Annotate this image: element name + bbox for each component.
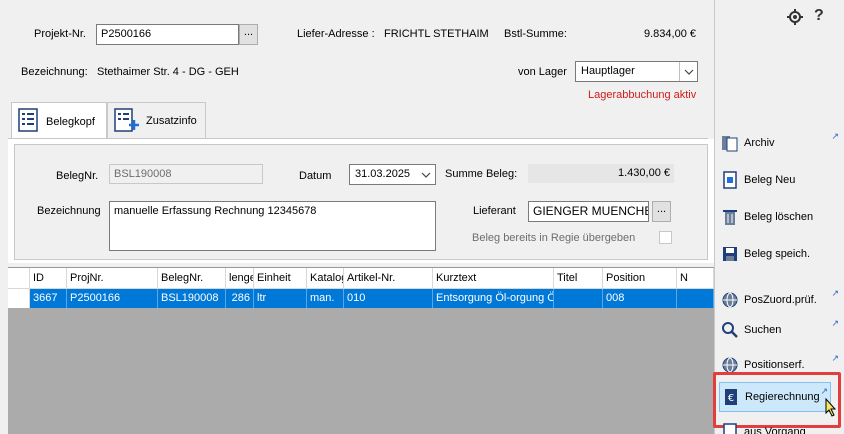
sidebar-item-archiv[interactable]: Archiv ↗ bbox=[721, 128, 839, 158]
summe-label: Summe Beleg: bbox=[445, 168, 518, 180]
bez-textarea[interactable]: manuelle Erfassung Rechnung 12345678 bbox=[109, 201, 436, 251]
tab-zusatzinfo[interactable]: Zusatzinfo bbox=[107, 102, 206, 139]
cell-menge[interactable]: 286 bbox=[226, 289, 254, 308]
bez-label: Bezeichnung bbox=[37, 205, 101, 217]
sidebar-item-beleg-neu-label: Beleg Neu bbox=[744, 174, 796, 186]
projekt-input[interactable]: P2500166 bbox=[96, 24, 239, 45]
belegnr-input[interactable]: BSL190008 bbox=[109, 164, 263, 184]
save-icon bbox=[721, 245, 739, 263]
datum-picker[interactable]: 31.03.2025 bbox=[349, 164, 436, 185]
new-document-icon bbox=[721, 171, 739, 189]
bstl-label: Bstl-Summe: bbox=[504, 28, 567, 40]
chevron-down-icon bbox=[417, 165, 435, 184]
bez-header-label: Bezeichnung: bbox=[21, 66, 88, 78]
column-header-katalog[interactable]: Katalog bbox=[307, 268, 344, 289]
sidebar-item-poszuord-label: PosZuord.prüf. bbox=[744, 294, 817, 306]
tab-zusatzinfo-label: Zusatzinfo bbox=[146, 115, 197, 127]
lieferant-input[interactable]: GIENGER MUENCHEN bbox=[528, 201, 649, 222]
document-list-icon bbox=[18, 108, 38, 135]
column-header-projnr[interactable]: ProjNr. bbox=[67, 268, 158, 289]
sidebar-item-regierechnung[interactable]: € Regierechnung ↗ bbox=[719, 382, 831, 412]
tab-belegkopf-label: Belegkopf bbox=[46, 115, 95, 128]
expand-arrow-icon: ↗ bbox=[831, 131, 839, 141]
cell-projnr[interactable]: P2500166 bbox=[67, 289, 158, 308]
column-header-position[interactable]: Position bbox=[603, 268, 677, 289]
cell-kurztext[interactable]: Entsorgung Öl-orgung Öl bbox=[433, 289, 554, 308]
document-add-icon bbox=[114, 107, 140, 135]
sidebar-item-archiv-label: Archiv bbox=[744, 137, 775, 149]
lieferant-label: Lieferant bbox=[473, 205, 516, 217]
row-header-corner bbox=[8, 268, 30, 289]
sidebar-item-regierechnung-label: Regierechnung bbox=[745, 391, 820, 403]
expand-arrow-icon: ↗ bbox=[831, 288, 839, 298]
cell-einheit[interactable]: ltr bbox=[254, 289, 307, 308]
lager-select[interactable]: Hauptlager bbox=[575, 61, 698, 82]
liefer-value: FRICHTL STETHAIM bbox=[384, 28, 489, 40]
belegnr-label: BelegNr. bbox=[56, 170, 99, 182]
lager-label: von Lager bbox=[518, 66, 567, 78]
bstl-value: 9.834,00 € bbox=[644, 28, 696, 40]
sidebar-item-beleg-neu[interactable]: Beleg Neu bbox=[721, 165, 839, 195]
sidebar-item-beleg-speichern-label: Beleg speich. bbox=[744, 248, 811, 260]
cell-artikelnr[interactable]: 010 bbox=[344, 289, 433, 308]
regie-checkbox-label: Beleg bereits in Regie übergeben bbox=[472, 232, 636, 244]
chevron-down-icon bbox=[679, 62, 697, 81]
sidebar-item-aus-vorgang-label: aus Vorgang bbox=[744, 426, 806, 434]
cell-n[interactable] bbox=[677, 289, 714, 308]
lieferant-lookup-button[interactable]: ... bbox=[652, 201, 671, 222]
grid-empty-area bbox=[8, 308, 714, 434]
lager-select-value: Hauptlager bbox=[581, 65, 635, 77]
globe-icon bbox=[721, 291, 739, 309]
trash-icon bbox=[721, 208, 739, 226]
column-header-n[interactable]: N bbox=[677, 268, 714, 289]
column-header-menge[interactable]: lenge bbox=[226, 268, 254, 289]
sidebar-item-poszuord[interactable]: PosZuord.prüf. ↗ bbox=[721, 285, 839, 315]
document-icon bbox=[721, 423, 739, 434]
expand-arrow-icon: ↗ bbox=[831, 353, 839, 363]
cell-position[interactable]: 008 bbox=[603, 289, 677, 308]
summe-value: 1.430,00 € bbox=[528, 164, 674, 183]
help-icon[interactable]: ? bbox=[814, 7, 824, 25]
svg-text:€: € bbox=[728, 393, 734, 404]
column-header-id[interactable]: ID bbox=[30, 268, 67, 289]
tab-belegkopf[interactable]: Belegkopf bbox=[11, 102, 107, 140]
cell-titel[interactable] bbox=[554, 289, 603, 308]
cell-belegnr[interactable]: BSL190008 bbox=[158, 289, 226, 308]
column-header-belegnr[interactable]: BelegNr. bbox=[158, 268, 226, 289]
column-header-titel[interactable]: Titel bbox=[554, 268, 603, 289]
sidebar-item-suchen-label: Suchen bbox=[744, 324, 782, 336]
sidebar-item-aus-vorgang[interactable]: aus Vorgang bbox=[721, 417, 839, 434]
datum-label: Datum bbox=[299, 170, 332, 182]
belegkopf-form: BelegNr. BSL190008 Datum 31.03.2025 Summ… bbox=[14, 144, 708, 260]
sidebar-item-beleg-loeschen-label: Beleg löschen bbox=[744, 211, 814, 223]
sidebar-item-beleg-speichern[interactable]: Beleg speich. bbox=[721, 239, 839, 269]
regie-checkbox[interactable] bbox=[659, 231, 672, 244]
sidebar-item-positionserf-label: Positionserf. bbox=[744, 359, 805, 371]
positions-grid: ID ProjNr. BelegNr. lenge Einheit Katalo… bbox=[8, 267, 714, 434]
search-icon bbox=[721, 321, 739, 339]
cell-id[interactable]: 3667 bbox=[30, 289, 67, 308]
column-header-artikelnr[interactable]: Artikel-Nr. bbox=[344, 268, 433, 289]
sidebar-item-suchen[interactable]: Suchen ↗ bbox=[721, 315, 839, 345]
euro-document-icon: € bbox=[722, 388, 740, 406]
settings-gear-icon[interactable] bbox=[787, 9, 803, 28]
cell-katalog[interactable]: man. bbox=[307, 289, 344, 308]
liefer-label: Liefer-Adresse : bbox=[297, 28, 375, 40]
projekt-label: Projekt-Nr. bbox=[34, 28, 86, 40]
lager-status: Lagerabbuchung aktiv bbox=[588, 89, 697, 101]
row-selector[interactable] bbox=[8, 289, 30, 308]
datum-value: 31.03.2025 bbox=[355, 168, 411, 180]
archive-icon bbox=[721, 134, 739, 152]
projekt-lookup-button[interactable]: ... bbox=[239, 24, 258, 45]
sidebar: ? Archiv ↗ Beleg Neu Beleg löschen Beleg… bbox=[713, 0, 844, 434]
column-header-kurztext[interactable]: Kurztext bbox=[433, 268, 554, 289]
expand-arrow-icon: ↗ bbox=[831, 318, 839, 328]
expand-arrow-icon: ↗ bbox=[820, 386, 828, 396]
column-header-einheit[interactable]: Einheit bbox=[254, 268, 307, 289]
sidebar-item-beleg-loeschen[interactable]: Beleg löschen bbox=[721, 202, 839, 232]
app-window: Projekt-Nr. P2500166 ... Liefer-Adresse … bbox=[0, 0, 844, 434]
bez-header-value: Stethaimer Str. 4 - DG - GEH bbox=[97, 66, 239, 78]
